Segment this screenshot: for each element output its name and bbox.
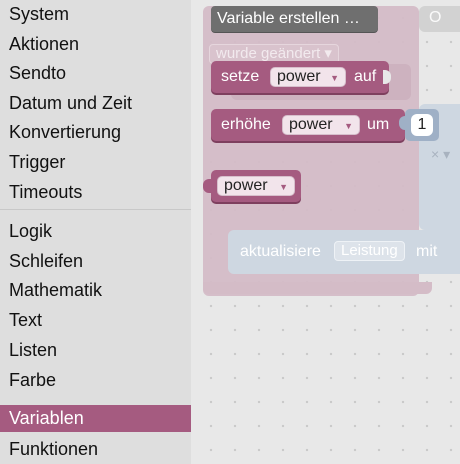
dropdown-arrow-icon: ▼ <box>344 121 353 131</box>
get-variable-block[interactable]: power ▼ <box>203 170 301 202</box>
dropdown-arrow-icon: ▼ <box>279 182 288 192</box>
toolbox-separator <box>0 209 191 210</box>
number-block[interactable]: 1 <box>399 109 439 141</box>
category-sendto[interactable]: Sendto <box>0 60 191 87</box>
workspace[interactable]: O × ▾ wurde geändert ▾ aktualisiere Leis… <box>191 0 460 464</box>
variable-dropdown[interactable]: power ▼ <box>270 67 346 87</box>
category-system[interactable]: System <box>0 1 191 28</box>
change-variable-block[interactable]: erhöhe power ▼ um <box>211 109 405 141</box>
background-update-block: aktualisiere Leistung mit <box>228 230 460 274</box>
set-variable-block[interactable]: setze power ▼ auf <box>211 61 391 93</box>
number-input[interactable]: 1 <box>411 114 433 136</box>
background-corner-block: O <box>419 6 460 32</box>
background-block-bottom <box>203 282 432 294</box>
category-listen[interactable]: Listen <box>0 337 191 364</box>
close-icon: × ▾ <box>431 146 451 162</box>
category-timeouts[interactable]: Timeouts <box>0 179 191 206</box>
category-konvertierung[interactable]: Konvertierung <box>0 119 191 146</box>
category-datum-und-zeit[interactable]: Datum und Zeit <box>0 90 191 117</box>
category-trigger[interactable]: Trigger <box>0 149 191 176</box>
category-schleifen[interactable]: Schleifen <box>0 248 191 275</box>
category-text[interactable]: Text <box>0 307 191 334</box>
category-mathematik[interactable]: Mathematik <box>0 277 191 304</box>
toolbox: System Aktionen Sendto Datum und Zeit Ko… <box>0 0 191 464</box>
create-variable-button[interactable]: Variable erstellen … <box>211 6 378 32</box>
category-farbe[interactable]: Farbe <box>0 367 191 394</box>
category-logik[interactable]: Logik <box>0 218 191 245</box>
category-aktionen[interactable]: Aktionen <box>0 31 191 58</box>
variable-dropdown[interactable]: power ▼ <box>217 176 295 196</box>
variable-dropdown[interactable]: power ▼ <box>282 115 360 135</box>
category-funktionen[interactable]: Funktionen <box>0 436 191 463</box>
dropdown-arrow-icon: ▼ <box>330 73 339 83</box>
category-variablen[interactable]: Variablen <box>0 405 191 432</box>
